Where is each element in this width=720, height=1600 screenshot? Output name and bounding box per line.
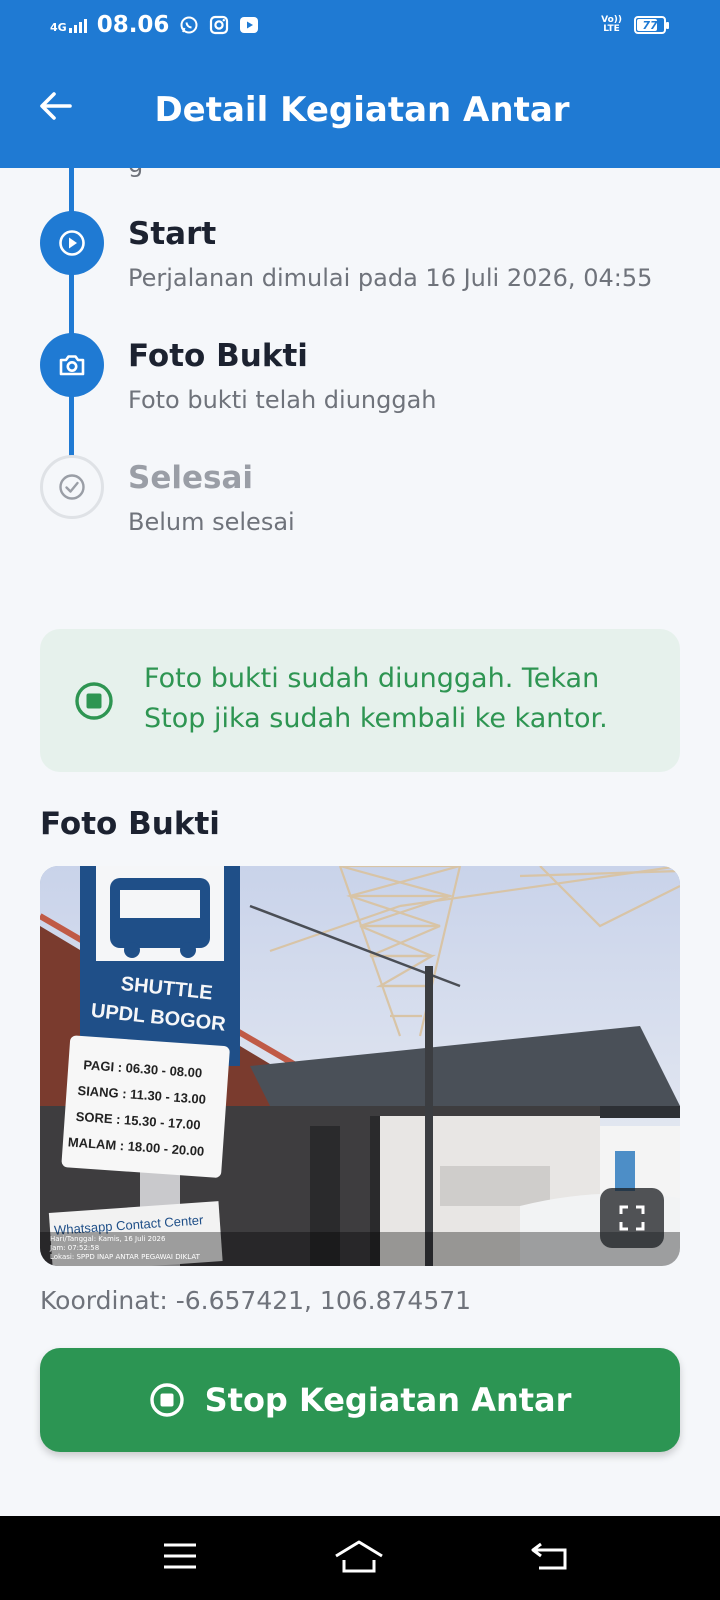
status-bar: 4G 08.06 Vo)) LTE 77 <box>0 0 720 56</box>
camera-icon <box>59 355 85 376</box>
battery-level: 77 <box>642 18 658 32</box>
home-button[interactable] <box>334 1534 384 1578</box>
instagram-icon <box>209 15 229 35</box>
proof-photo[interactable]: SHUTTLE UPDL BOGOR PAGI : 06.30 - 08.00 … <box>40 866 680 1266</box>
stop-circle-icon <box>149 1383 184 1417</box>
menu-button[interactable] <box>155 1534 205 1578</box>
stop-button-label: Stop Kegiatan Antar <box>204 1381 572 1419</box>
cut-off-step-text: g <box>128 168 143 178</box>
stop-delivery-button[interactable]: Stop Kegiatan Antar <box>40 1348 680 1452</box>
back-nav-button[interactable] <box>525 1534 575 1578</box>
page-title: Detail Kegiatan Antar <box>154 90 570 130</box>
timeline-dot-finish <box>40 455 104 519</box>
home-icon <box>335 1540 383 1573</box>
network-type: 4G <box>50 21 67 34</box>
status-notice: Foto bukti sudah diunggah. Tekan Stop ji… <box>40 629 680 772</box>
step-title: Foto Bukti <box>128 338 308 374</box>
step-subtitle: Foto bukti telah diunggah <box>128 386 437 414</box>
step-subtitle: Perjalanan dimulai pada 16 Juli 2026, 04… <box>128 264 653 292</box>
step-title: Start <box>128 216 217 252</box>
clock: 08.06 <box>96 12 170 38</box>
progress-timeline: g Start Perjalanan dimulai pada 16 Juli … <box>0 168 720 568</box>
volte-indicator: Vo)) LTE <box>601 15 622 34</box>
timeline-dot-photo <box>40 333 104 397</box>
status-bar-left: 4G 08.06 <box>50 12 259 38</box>
status-bar-right: Vo)) LTE 77 <box>601 15 669 34</box>
fullscreen-icon <box>619 1205 645 1231</box>
back-icon <box>531 1542 567 1570</box>
photo-timestamp: Hari/Tanggal: Kamis, 16 Juli 2026 Jam: 0… <box>50 1235 200 1261</box>
fullscreen-button[interactable] <box>600 1188 664 1248</box>
stop-circle-icon <box>75 682 113 720</box>
timeline-connector <box>69 395 74 457</box>
system-nav-bar <box>0 1516 720 1600</box>
youtube-icon <box>239 15 259 35</box>
menu-icon <box>164 1543 196 1569</box>
check-circle-icon <box>59 474 85 500</box>
whatsapp-icon <box>179 15 199 35</box>
signal-indicator: 4G <box>50 17 87 33</box>
detail-content[interactable]: g Start Perjalanan dimulai pada 16 Juli … <box>0 168 720 1516</box>
signal-bars-icon <box>68 17 87 33</box>
timeline-dot-start <box>40 211 104 275</box>
battery-icon: 77 <box>634 16 669 34</box>
coordinates-text: Koordinat: -6.657421, 106.874571 <box>40 1286 472 1315</box>
play-circle-icon <box>59 230 85 256</box>
photo-heading: Foto Bukti <box>40 806 220 842</box>
app-bar: Detail Kegiatan Antar <box>0 56 720 168</box>
step-subtitle: Belum selesai <box>128 508 295 536</box>
notice-text: Foto bukti sudah diunggah. Tekan Stop ji… <box>144 663 608 734</box>
timeline-connector <box>69 273 74 339</box>
step-title: Selesai <box>128 460 253 496</box>
proof-photo-image: SHUTTLE UPDL BOGOR PAGI : 06.30 - 08.00 … <box>40 866 680 1266</box>
